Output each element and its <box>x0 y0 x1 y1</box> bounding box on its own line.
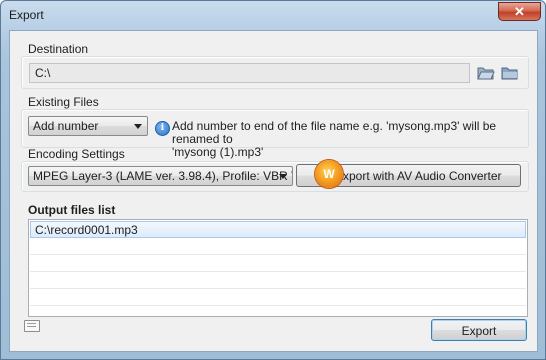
info-text-line2: 'mysong (1).mp3' <box>172 145 264 159</box>
list-empty-row <box>30 289 526 306</box>
chevron-down-icon <box>279 174 287 179</box>
close-icon: ✕ <box>514 4 525 19</box>
chevron-down-icon <box>134 124 142 129</box>
export-dialog: Export ✕ Destination C:\ Existing Files … <box>0 0 546 360</box>
encoding-settings-label: Encoding Settings <box>28 147 125 161</box>
destination-label: Destination <box>28 42 89 56</box>
list-empty-row <box>30 272 526 289</box>
list-empty-row <box>30 238 526 255</box>
title-bar: Export ✕ <box>1 1 545 29</box>
av-converter-logo-icon[interactable]: W <box>315 160 343 188</box>
existing-files-info: Add number to end of the file name e.g. … <box>172 120 537 159</box>
export-button[interactable]: Export <box>431 319 527 341</box>
existing-files-selected: Add number <box>33 119 99 133</box>
export-av-label: Export with AV Audio Converter <box>335 169 502 183</box>
list-item-path: C:\record0001.mp3 <box>35 223 138 237</box>
close-button[interactable]: ✕ <box>498 2 541 21</box>
export-button-label: Export <box>461 324 497 338</box>
output-files-label: Output files list <box>28 203 116 217</box>
browse-folder-icon[interactable] <box>501 65 519 81</box>
window-title: Export <box>9 8 44 22</box>
existing-files-select[interactable]: Add number <box>28 116 148 136</box>
info-icon: i <box>155 121 170 136</box>
encoding-profile-selected: MPEG Layer-3 (LAME ver. 3.98.4), Profile… <box>33 169 293 183</box>
list-empty-row <box>30 255 526 272</box>
encoding-profile-select[interactable]: MPEG Layer-3 (LAME ver. 3.98.4), Profile… <box>28 166 293 186</box>
log-icon[interactable] <box>24 320 40 332</box>
output-files-list[interactable]: C:\record0001.mp3 <box>28 219 528 317</box>
dialog-body: Destination C:\ Existing Files Add numbe… <box>9 30 538 352</box>
existing-files-label: Existing Files <box>28 95 99 109</box>
open-folder-icon[interactable] <box>477 65 495 81</box>
info-text-line1: Add number to end of the file name e.g. … <box>172 119 497 146</box>
destination-path-field[interactable]: C:\ <box>29 63 470 83</box>
list-item[interactable]: C:\record0001.mp3 <box>30 221 526 238</box>
